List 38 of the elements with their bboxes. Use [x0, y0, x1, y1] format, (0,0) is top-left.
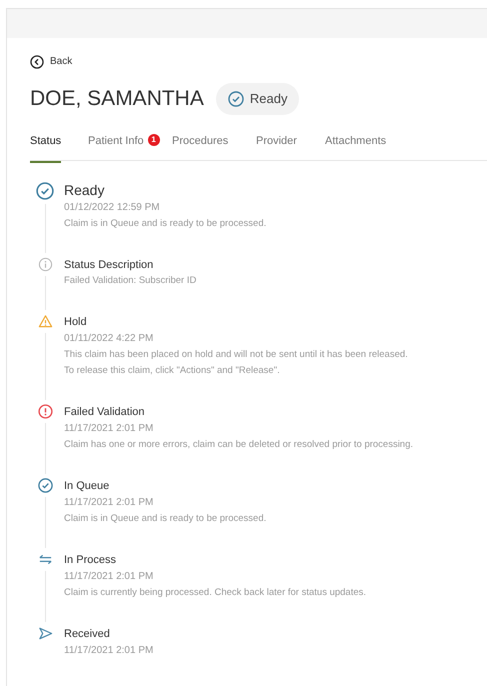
check-circle-icon — [36, 182, 54, 200]
warning-icon — [38, 314, 52, 329]
event-date: 11/17/2021 2:01 PM — [64, 496, 154, 510]
back-link[interactable]: Back — [30, 54, 72, 69]
send-icon — [38, 626, 52, 641]
event-description: Claim is in Queue and is ready to be processed. — [64, 217, 266, 231]
event-title: Failed Validation — [64, 405, 146, 420]
info-icon — [38, 257, 52, 272]
event-date: 11/17/2021 2:01 PM — [64, 422, 154, 436]
status-badge: Ready — [216, 83, 300, 115]
event-date: 01/12/2022 12:59 PM — [64, 201, 161, 215]
event-description: This claim has been placed on hold and will not be sent until it has been released. — [64, 348, 408, 362]
tab[interactable]: Patient Info 1 — [88, 133, 172, 161]
event-title: In Queue — [64, 479, 110, 494]
tab[interactable]: Status — [30, 133, 88, 161]
tab[interactable]: Attachments — [325, 133, 405, 161]
patient-name: DOE, SAMANTHA — [30, 86, 204, 112]
check-circle-icon — [38, 478, 52, 493]
event-title: Status Description — [64, 258, 154, 273]
tab[interactable]: Procedures — [172, 133, 256, 161]
tab[interactable]: Provider — [256, 133, 325, 161]
event-description: Claim has one or more errors, claim can be deleted or resolved prior to processing. — [64, 438, 414, 452]
event-title: Hold — [64, 315, 88, 330]
event-date: 11/17/2021 2:01 PM — [64, 570, 154, 584]
event-title: In Process — [64, 553, 117, 568]
check-circle-icon — [228, 91, 244, 107]
event-description: Failed Validation: Subscriber ID — [64, 274, 196, 288]
back-icon — [30, 54, 44, 68]
event-description: Claim is in Queue and is ready to be processed. — [64, 512, 266, 526]
event-date: 01/11/2022 4:22 PM — [64, 332, 154, 346]
event-date: 11/17/2021 2:01 PM — [64, 644, 154, 658]
error-icon — [38, 404, 52, 419]
event-title: Received — [64, 627, 111, 642]
swap-arrows-icon — [38, 552, 52, 567]
event-title: Ready — [64, 181, 106, 199]
event-description: Claim is currently being processed. Check back later for status updates. — [64, 586, 366, 600]
count-badge: 1 — [148, 134, 160, 146]
event-description: To release this claim, click "Actions" and "Release". — [64, 364, 281, 378]
